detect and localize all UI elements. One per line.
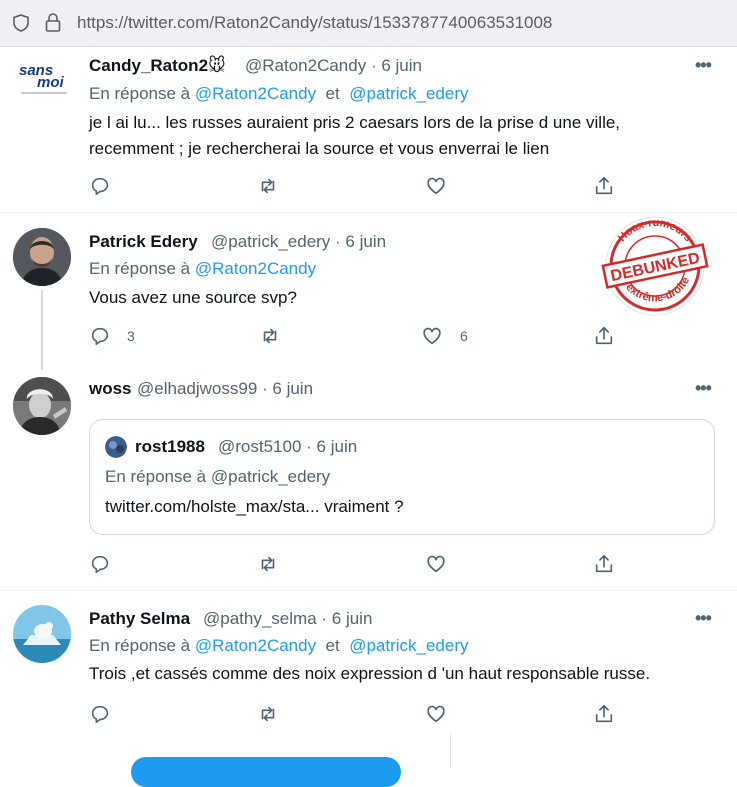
debunked-stamp: Hoax-rumeurs d'extrême-droite DEBUNKED — [598, 210, 712, 318]
reply-context: En réponse à @Raton2Candy et @patrick_ed… — [89, 636, 469, 655]
handle-and-date[interactable]: @Raton2Candy · 6 juin — [245, 56, 422, 76]
reply-icon[interactable] — [89, 553, 111, 575]
bottom-button[interactable] — [131, 757, 401, 787]
quoted-text: twitter.com/holste_max/sta... vraiment ? — [105, 497, 404, 516]
mention-link[interactable]: @Raton2Candy — [195, 636, 316, 655]
quoted-display-name: rost1988 — [135, 437, 205, 456]
like-count: 6 — [460, 328, 468, 344]
share-icon[interactable] — [593, 703, 615, 725]
display-name[interactable]: Pathy Selma — [89, 609, 190, 629]
reply-count: 3 — [127, 328, 135, 344]
tweet-text: Vous avez une source svp? — [89, 288, 297, 307]
avatar[interactable] — [13, 228, 71, 286]
retweet-icon[interactable] — [257, 175, 279, 197]
tweet-text: Trois ,et cassés comme des noix expressi… — [89, 664, 651, 683]
like-icon[interactable] — [425, 703, 447, 725]
avatar-logo-line2: moi — [37, 74, 64, 91]
mention-link[interactable]: @Raton2Candy — [195, 259, 316, 278]
reply-icon[interactable] — [89, 703, 111, 725]
handle-and-date[interactable]: @pathy_selma · 6 juin — [203, 609, 372, 629]
retweet-icon[interactable] — [257, 553, 279, 575]
more-options-icon[interactable]: ••• — [695, 608, 712, 629]
like-icon[interactable] — [425, 553, 447, 575]
handle-and-date[interactable]: @elhadjwoss99 · 6 juin — [137, 379, 313, 399]
avatar[interactable] — [13, 605, 71, 663]
reply-context: En réponse à @Raton2Candy et @patrick_ed… — [89, 84, 469, 103]
divider — [0, 590, 737, 591]
url-text[interactable]: https://twitter.com/Raton2Candy/status/1… — [77, 13, 552, 33]
retweet-icon[interactable] — [259, 325, 281, 347]
more-options-icon[interactable]: ••• — [695, 55, 712, 76]
avatar[interactable]: sans moi — [13, 52, 73, 102]
mouse-emoji: 🐭 — [208, 56, 226, 75]
share-icon[interactable] — [593, 325, 615, 347]
mention-link[interactable]: @patrick_edery — [349, 84, 468, 103]
handle-and-date[interactable]: @patrick_edery · 6 juin — [211, 232, 386, 252]
shield-icon[interactable] — [11, 13, 31, 33]
reply-icon[interactable] — [89, 175, 111, 197]
display-name[interactable]: Patrick Edery — [89, 232, 198, 252]
quoted-handle-and-date: @rost5100 · 6 juin — [218, 437, 358, 456]
mention-link[interactable]: @patrick_edery — [349, 636, 468, 655]
avatar[interactable] — [13, 377, 71, 435]
display-name[interactable]: woss — [89, 379, 132, 399]
reply-icon[interactable] — [89, 325, 111, 347]
quoted-reply-context: En réponse à @patrick_edery — [105, 467, 331, 486]
like-icon[interactable] — [421, 325, 443, 347]
share-icon[interactable] — [593, 175, 615, 197]
lock-icon[interactable] — [44, 12, 62, 34]
share-icon[interactable] — [593, 553, 615, 575]
tweet-text: je l ai lu... les russes auraient pris 2… — [89, 113, 621, 158]
column-divider — [450, 733, 451, 768]
quoted-avatar — [105, 436, 127, 458]
reply-context: En réponse à @Raton2Candy — [89, 259, 317, 278]
retweet-icon[interactable] — [257, 703, 279, 725]
browser-url-bar[interactable]: https://twitter.com/Raton2Candy/status/1… — [0, 0, 737, 47]
mention-link[interactable]: @Raton2Candy — [195, 84, 316, 103]
thread-line — [41, 290, 43, 370]
more-options-icon[interactable]: ••• — [695, 378, 712, 399]
display-name[interactable]: Candy_Raton2🐭 — [89, 56, 226, 76]
quoted-tweet[interactable]: rost1988 @rost5100 · 6 juin En réponse à… — [89, 419, 715, 535]
like-icon[interactable] — [425, 175, 447, 197]
